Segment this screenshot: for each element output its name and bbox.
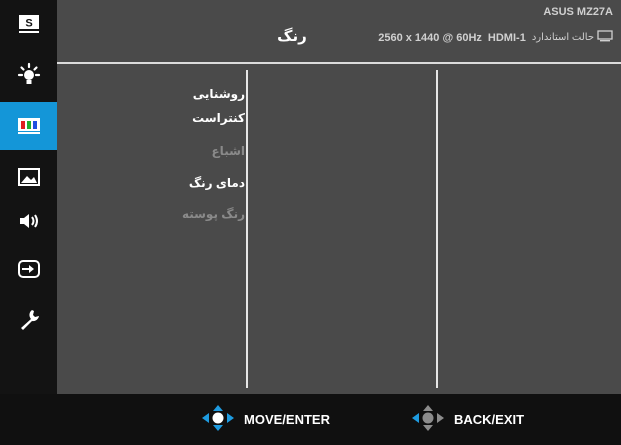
sidebar-item-input[interactable]	[0, 245, 57, 293]
resolution: 2560 x 1440 @ 60Hz	[378, 31, 482, 44]
sidebar-item-sound[interactable]	[0, 197, 57, 245]
column-divider-right	[436, 70, 438, 388]
back-exit-hint: BACK/EXIT	[410, 394, 524, 445]
navigation-key-left-icon	[410, 403, 446, 436]
monitor-icon	[597, 30, 613, 45]
sidebar-item-system-setup[interactable]	[0, 295, 57, 343]
sidebar: S	[0, 0, 57, 394]
menu-item-saturation: اشباع	[211, 144, 245, 158]
image-icon	[17, 167, 41, 187]
display-mode: حالت استاندارد	[532, 30, 613, 45]
menu-item-brightness[interactable]: روشنایی	[193, 87, 245, 101]
mode-label: حالت استاندارد	[531, 32, 594, 43]
input-select-icon	[17, 259, 41, 279]
sidebar-item-color[interactable]	[0, 102, 57, 150]
osd-menu: S رنگ ASUS MZ27A 2560 x 1440 @ 60Hz HDMI…	[0, 0, 621, 445]
sidebar-item-image[interactable]	[0, 153, 57, 201]
svg-text:S: S	[25, 18, 32, 30]
model-name: ASUS MZ27A	[543, 6, 613, 18]
footer: MOVE/ENTER BACK/EXIT	[0, 394, 621, 445]
move-enter-hint: MOVE/ENTER	[200, 394, 330, 445]
color-icon	[17, 117, 41, 135]
sound-icon	[17, 211, 41, 231]
menu-item-skin-tone: رنگ پوسته	[181, 207, 245, 221]
sidebar-item-brightness[interactable]	[0, 50, 57, 98]
header: رنگ ASUS MZ27A 2560 x 1440 @ 60Hz HDMI-1…	[57, 0, 621, 62]
input-source: HDMI-1	[487, 31, 526, 44]
column-divider-left	[246, 70, 248, 388]
navigation-key-icon	[200, 403, 236, 436]
splendid-icon: S	[18, 14, 40, 34]
back-exit-label: BACK/EXIT	[454, 412, 525, 427]
page-title: رنگ	[277, 28, 307, 45]
signal-status: 2560 x 1440 @ 60Hz HDMI-1 حالت استاندارد	[378, 30, 613, 45]
brightness-icon	[16, 62, 42, 86]
move-enter-label: MOVE/ENTER	[244, 412, 330, 427]
menu-item-color-temp[interactable]: دمای رنگ	[189, 176, 245, 190]
menu-panel: روشنایی کنتراست اشباع دمای رنگ رنگ پوسته	[57, 64, 621, 394]
menu-item-contrast[interactable]: کنتراست	[192, 111, 245, 125]
sidebar-item-splendid[interactable]: S	[0, 0, 57, 48]
system-setup-icon	[17, 307, 41, 331]
